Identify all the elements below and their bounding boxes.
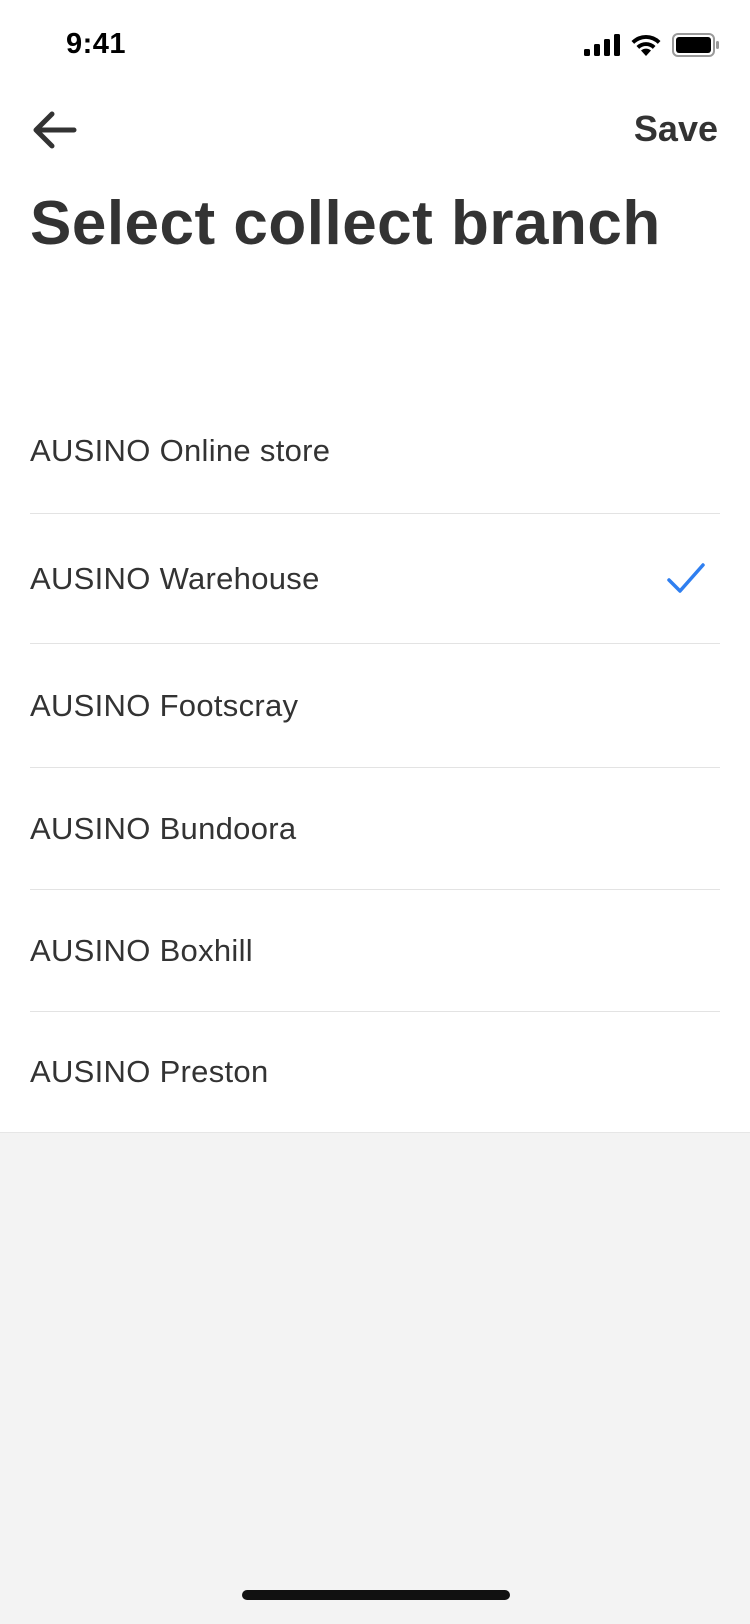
branch-list: AUSINO Online store AUSINO Warehouse AUS… — [30, 388, 720, 1132]
branch-item-bundoora[interactable]: AUSINO Bundoora — [30, 768, 720, 890]
branch-label: AUSINO Boxhill — [30, 932, 253, 968]
home-indicator[interactable] — [242, 1590, 510, 1600]
branch-item-footscray[interactable]: AUSINO Footscray — [30, 644, 720, 768]
branch-item-warehouse[interactable]: AUSINO Warehouse — [30, 514, 720, 644]
branch-item-preston[interactable]: AUSINO Preston — [30, 1012, 720, 1132]
cellular-signal-icon — [584, 33, 620, 61]
content-panel: 9:41 Save Select collect branch AUSINO O… — [0, 0, 750, 1133]
page-title: Select collect branch — [30, 189, 661, 258]
battery-icon — [672, 32, 720, 62]
branch-item-boxhill[interactable]: AUSINO Boxhill — [30, 890, 720, 1012]
branch-label: AUSINO Preston — [30, 1054, 269, 1089]
save-button[interactable]: Save — [634, 108, 718, 150]
arrow-left-icon — [30, 110, 78, 155]
status-icons — [584, 32, 720, 62]
branch-label: AUSINO Online store — [30, 432, 331, 468]
branch-label: AUSINO Warehouse — [30, 560, 320, 596]
back-button[interactable] — [22, 104, 86, 160]
wifi-icon — [630, 33, 662, 62]
checkmark-icon — [666, 562, 706, 596]
branch-item-online-store[interactable]: AUSINO Online store — [30, 388, 720, 514]
status-time: 9:41 — [66, 28, 127, 60]
branch-label: AUSINO Footscray — [30, 687, 299, 723]
branch-label: AUSINO Bundoora — [30, 810, 297, 846]
